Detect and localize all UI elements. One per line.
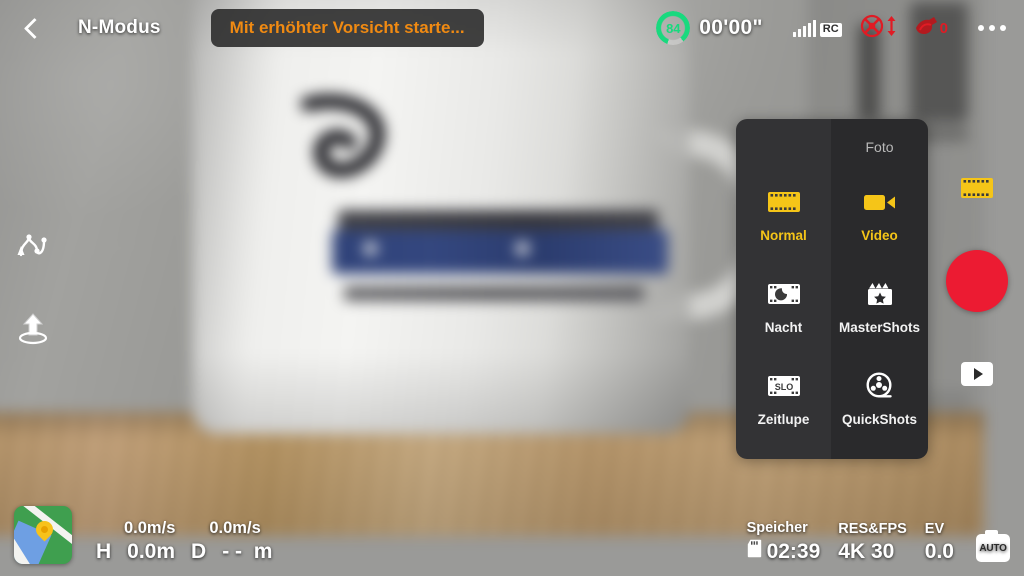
auto-label: AUTO — [979, 542, 1007, 554]
storage-value: 02:39 — [766, 539, 821, 563]
mode-label-zeitlupe: Zeitlupe — [757, 412, 810, 427]
gps-indicator[interactable]: 0 — [913, 15, 948, 42]
warning-banner[interactable]: Mit erhöhter Vorsicht starte... — [210, 9, 484, 47]
mug-logo-detail — [516, 242, 529, 255]
ev-setting[interactable]: EV 0.0 — [925, 521, 954, 564]
filmstrip-icon — [767, 183, 801, 221]
mode-label-normal: Normal — [760, 228, 807, 243]
gps-satellite-count: 0 — [939, 19, 948, 37]
chevron-left-icon — [23, 17, 45, 39]
mode-item-zeitlupe[interactable]: SLO Zeitlupe — [736, 359, 831, 451]
back-button[interactable] — [8, 2, 60, 54]
resfps-value: 4K 30 — [838, 540, 895, 563]
takeoff-icon — [15, 311, 51, 350]
svg-text:SLO: SLO — [774, 382, 793, 392]
vertical-arrows-icon — [886, 15, 897, 42]
mug-logo-subtitle — [344, 286, 644, 301]
mode-label-mastershots: MasterShots — [838, 320, 921, 335]
battery-percent-label: 84 — [666, 20, 681, 36]
mode-item-normal[interactable]: Normal — [736, 175, 831, 267]
distance-label: D — [191, 540, 207, 563]
warning-text: Mit erhöhter Vorsicht starte... — [229, 18, 465, 37]
video-camera-icon — [862, 183, 898, 221]
film-reel-icon — [865, 367, 895, 405]
clapperboard-star-icon — [864, 275, 896, 313]
mode-label-quickshots: QuickShots — [841, 412, 917, 427]
playback-button[interactable] — [961, 362, 993, 386]
mug-hook-graphic — [290, 88, 410, 208]
filmstrip-slo-icon: SLO — [767, 367, 801, 405]
tab-foto[interactable]: Foto — [831, 119, 928, 175]
obstacle-avoidance-icon — [860, 14, 884, 43]
resfps-setting[interactable]: RES&FPS 4K 30 — [838, 521, 907, 564]
vertical-speed-value: 0.0m/s — [124, 519, 176, 537]
mode-item-nacht[interactable]: Nacht — [736, 267, 831, 359]
camera-auto-icon[interactable]: AUTO — [976, 530, 1010, 562]
height-label: H — [96, 540, 112, 563]
left-control-rail — [10, 228, 56, 350]
record-button[interactable] — [946, 250, 1008, 312]
filmstrip-icon — [961, 178, 993, 198]
signal-bars-icon — [792, 19, 816, 37]
more-options-icon[interactable] — [974, 17, 1010, 39]
top-status-bar: N-Modus Mit erhöhter Vorsicht starte... … — [0, 0, 1024, 56]
takeoff-button[interactable] — [13, 310, 53, 350]
height-value: 0.0m — [127, 540, 176, 563]
rc-signal-indicator[interactable]: RC — [792, 19, 842, 37]
flight-route-button[interactable] — [13, 228, 53, 268]
distance-value: - - m — [222, 540, 273, 563]
status-indicators: 84 00'00" RC 0 — [656, 11, 1024, 45]
ev-header: EV — [924, 521, 945, 537]
rc-label: RC — [819, 23, 842, 37]
flight-mode-label: N-Modus — [78, 17, 161, 38]
flight-route-icon — [15, 233, 51, 264]
mode-panel-right-column: Foto Video MasterShots QuickShots — [831, 119, 928, 459]
mode-item-video[interactable]: Video — [831, 175, 928, 267]
filmstrip-moon-icon — [767, 275, 801, 313]
drone-camera-app: N-Modus Mit erhöhter Vorsicht starte... … — [0, 0, 1024, 576]
mode-item-quickshots[interactable]: QuickShots — [831, 359, 928, 451]
telemetry-readout: 0.0m/s 0.0m/s H 0.0m D - - m — [96, 519, 272, 564]
shooting-mode-panel: Normal Nacht SLO Zeitlupe Foto Video Mas… — [736, 119, 928, 459]
mode-label-video: Video — [861, 228, 898, 243]
ev-value: 0.0 — [924, 540, 954, 563]
mug-logo-main — [332, 230, 668, 274]
horizontal-speed-value: 0.0m/s — [209, 519, 261, 537]
right-control-column — [946, 176, 1008, 386]
mode-toggle-button[interactable] — [960, 176, 994, 200]
mode-label-nacht: Nacht — [764, 320, 803, 335]
storage-setting[interactable]: Speicher 02:39 — [747, 520, 821, 564]
obstacle-avoidance-indicator[interactable] — [860, 14, 897, 43]
minimap-thumbnail[interactable] — [14, 506, 72, 564]
mode-panel-left-column: Normal Nacht SLO Zeitlupe — [736, 119, 831, 459]
bottom-left-telemetry: 0.0m/s 0.0m/s H 0.0m D - - m — [14, 506, 272, 564]
play-icon — [973, 368, 983, 380]
bottom-right-camera-settings: Speicher 02:39 RES&FPS 4K 30 EV 0.0 AUTO — [747, 520, 1010, 564]
battery-indicator[interactable]: 84 — [656, 11, 691, 45]
sd-card-icon — [747, 539, 762, 564]
gps-satellite-icon — [913, 15, 939, 42]
storage-header: Speicher — [746, 520, 808, 536]
flight-timer: 00'00" — [699, 16, 763, 39]
mode-item-mastershots[interactable]: MasterShots — [831, 267, 928, 359]
mug-logo-detail — [364, 242, 377, 255]
resfps-header: RES&FPS — [838, 521, 907, 537]
